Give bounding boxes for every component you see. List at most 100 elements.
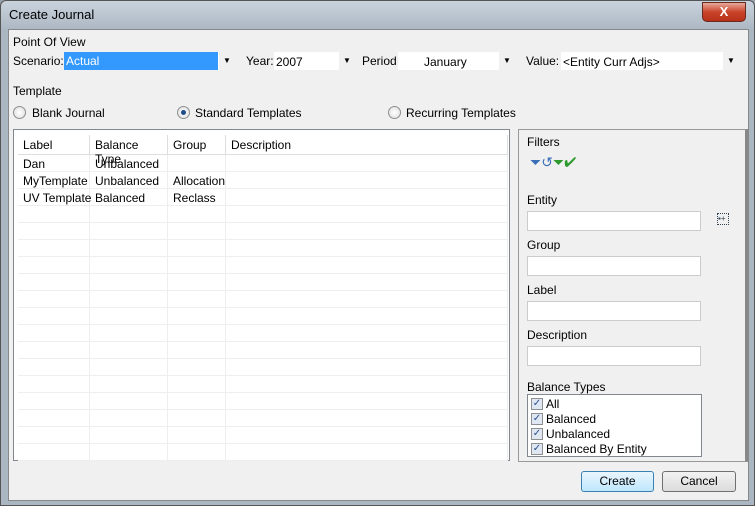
balance-type-balanced[interactable]: ✓ Balanced <box>528 411 701 426</box>
empty-cell <box>18 393 90 410</box>
empty-cell <box>18 223 90 240</box>
empty-cell <box>18 359 90 376</box>
templates-table: Label Balance Type Group Description Dan… <box>13 129 510 461</box>
empty-cell <box>168 444 226 461</box>
empty-cell <box>18 410 90 427</box>
empty-cell <box>90 291 168 308</box>
empty-cell <box>226 257 508 274</box>
period-select[interactable]: January ▼ <box>397 51 516 71</box>
empty-cell <box>226 240 508 257</box>
table-cell[interactable] <box>226 189 508 206</box>
balance-type-unbalanced[interactable]: ✓ Unbalanced <box>528 426 701 441</box>
value-select[interactable]: <Entity Curr Adjs> ▼ <box>560 51 740 71</box>
chevron-down-icon[interactable]: ▼ <box>339 52 355 70</box>
empty-cell <box>18 376 90 393</box>
empty-cell <box>90 206 168 223</box>
scenario-label: Scenario: <box>13 54 64 68</box>
checkbox[interactable]: ✓ <box>531 427 543 440</box>
column-header-balance-type[interactable]: Balance Type <box>90 135 168 166</box>
group-input[interactable] <box>527 256 701 276</box>
empty-cell <box>18 325 90 342</box>
table-cell[interactable] <box>226 172 508 189</box>
empty-cell <box>18 444 90 461</box>
empty-cell <box>90 359 168 376</box>
empty-cell <box>90 308 168 325</box>
column-header-label[interactable]: Label <box>18 135 90 155</box>
value-label: Value: <box>526 54 560 68</box>
pov-label: Point Of View <box>13 35 86 49</box>
empty-cell <box>226 291 508 308</box>
option-label: All <box>546 396 560 411</box>
table-cell[interactable]: Dan <box>18 155 90 172</box>
label-filter-label: Label <box>527 283 557 297</box>
balance-type-balanced-by-entity[interactable]: ✓ Balanced By Entity <box>528 441 701 456</box>
table-cell[interactable] <box>168 155 226 172</box>
group-label: Group <box>527 238 561 252</box>
table-cell[interactable]: MyTemplate <box>18 172 90 189</box>
recurring-templates-radio[interactable] <box>388 106 401 119</box>
empty-cell <box>90 325 168 342</box>
empty-cell <box>90 342 168 359</box>
year-select[interactable]: 2007 ▼ <box>273 51 356 71</box>
empty-cell <box>226 376 508 393</box>
chevron-down-icon[interactable]: ▼ <box>219 52 235 70</box>
year-value: 2007 <box>276 55 303 69</box>
dialog-body: Point Of View Scenario: Actual ▼ Year: 2… <box>8 29 749 501</box>
create-button[interactable]: Create <box>581 471 654 492</box>
label-input[interactable] <box>527 301 701 321</box>
standard-templates-label[interactable]: Standard Templates <box>195 106 302 120</box>
filters-title: Filters <box>527 135 560 149</box>
blank-journal-label[interactable]: Blank Journal <box>32 106 105 120</box>
year-label: Year: <box>246 54 274 68</box>
table-cell[interactable]: Unbalanced <box>90 172 168 189</box>
entity-browse-icon[interactable]: ▪+ <box>717 213 729 225</box>
empty-cell <box>226 274 508 291</box>
empty-cell <box>90 274 168 291</box>
empty-cell <box>168 359 226 376</box>
blank-journal-radio[interactable] <box>13 106 26 119</box>
cancel-button[interactable]: Cancel <box>662 471 736 492</box>
table-cell[interactable]: Allocation <box>168 172 226 189</box>
chevron-down-icon[interactable]: ▼ <box>723 52 739 70</box>
empty-cell <box>168 325 226 342</box>
description-input[interactable] <box>527 346 701 366</box>
checkbox[interactable]: ✓ <box>531 397 543 410</box>
empty-cell <box>90 393 168 410</box>
checkbox[interactable]: ✓ <box>531 442 543 455</box>
empty-cell <box>18 240 90 257</box>
table-cell[interactable]: Balanced <box>90 189 168 206</box>
value-value: <Entity Curr Adjs> <box>563 55 660 69</box>
recurring-templates-label[interactable]: Recurring Templates <box>406 106 516 120</box>
option-label: Unbalanced <box>546 426 611 441</box>
apply-filter-icon[interactable]: ⏷✔ <box>553 154 576 171</box>
checkbox[interactable]: ✓ <box>531 412 543 425</box>
empty-cell <box>168 342 226 359</box>
option-label: Balanced By Entity <box>546 441 647 456</box>
standard-templates-radio[interactable] <box>177 106 190 119</box>
close-button[interactable]: X <box>702 2 746 22</box>
empty-cell <box>226 427 508 444</box>
empty-cell <box>168 223 226 240</box>
empty-cell <box>168 376 226 393</box>
empty-cell <box>168 427 226 444</box>
column-header-group[interactable]: Group <box>168 135 226 155</box>
table-cell[interactable] <box>226 155 508 172</box>
empty-cell <box>18 291 90 308</box>
empty-cell <box>226 393 508 410</box>
empty-cell <box>226 308 508 325</box>
chevron-down-icon[interactable]: ▼ <box>499 52 515 70</box>
reset-filter-icon[interactable]: ⏷↺ <box>530 154 553 171</box>
empty-cell <box>168 206 226 223</box>
template-label: Template <box>13 84 62 98</box>
table-cell[interactable]: Unbalanced <box>90 155 168 172</box>
column-header-description[interactable]: Description <box>226 135 508 155</box>
balance-type-all[interactable]: ✓ All <box>528 396 701 411</box>
scenario-select[interactable]: Actual ▼ <box>63 51 236 71</box>
table-cell[interactable]: UV Template <box>18 189 91 206</box>
empty-cell <box>168 240 226 257</box>
entity-input[interactable] <box>527 211 701 231</box>
description-label: Description <box>527 328 588 342</box>
empty-cell <box>168 274 226 291</box>
empty-cell <box>90 240 168 257</box>
table-cell[interactable]: Reclass <box>168 189 226 206</box>
